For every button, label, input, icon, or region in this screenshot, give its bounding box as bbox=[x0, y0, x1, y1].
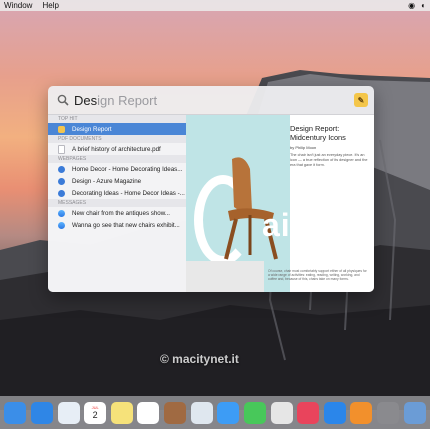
photos-icon[interactable] bbox=[270, 401, 293, 424]
section-pdf-documents: PDF DOCUMENTS bbox=[48, 135, 186, 143]
preview-byline: by Philip Moon bbox=[290, 145, 317, 150]
section-webpages: WEBPAGES bbox=[48, 155, 186, 163]
result-architecture-pdf[interactable]: A brief history of architecture.pdf bbox=[48, 143, 186, 155]
result-design-report[interactable]: Design Report bbox=[48, 123, 186, 135]
contacts-icon[interactable] bbox=[164, 401, 187, 424]
safari-icon bbox=[58, 189, 65, 197]
itunes-icon[interactable] bbox=[297, 401, 320, 424]
result-azure-magazine[interactable]: Design - Azure Magazine bbox=[48, 175, 186, 187]
system-preferences-icon[interactable] bbox=[377, 401, 400, 424]
search-icon bbox=[57, 94, 69, 106]
spotlight-search-bar[interactable]: Des ign Report ✎ bbox=[48, 86, 374, 115]
result-message-chairs-exhibit[interactable]: Wanna go see that new chairs exhibit... bbox=[48, 219, 186, 231]
section-messages: MESSAGES bbox=[48, 199, 186, 207]
airdrop-icon[interactable]: ◉ bbox=[408, 1, 415, 10]
spotlight-window: Des ign Report ✎ TOP HIT Design Report P… bbox=[48, 86, 374, 292]
safari-icon bbox=[58, 177, 65, 185]
downloads-icon[interactable] bbox=[403, 401, 426, 424]
document-preview[interactable]: airs Design Report: Midcentury Icons by … bbox=[186, 115, 374, 292]
pages-app-icon[interactable]: ✎ bbox=[354, 93, 368, 107]
section-top-hit: TOP HIT bbox=[48, 115, 186, 123]
calendar-day: 2 bbox=[92, 410, 98, 420]
preview-bottom-text: Of course, chair must comfortably suppor… bbox=[268, 269, 367, 282]
preview-thumbnail-strip bbox=[186, 261, 264, 292]
result-label: Home Decor - Home Decorating Ideas... bbox=[72, 165, 183, 173]
result-label: Design Report bbox=[72, 125, 112, 133]
watermark: © macitynet.it bbox=[160, 352, 239, 366]
search-query[interactable]: Des bbox=[74, 93, 97, 108]
search-completion: ign Report bbox=[97, 92, 158, 108]
result-label: A brief history of architecture.pdf bbox=[72, 145, 161, 153]
messages-icon bbox=[58, 209, 65, 217]
messages-icon bbox=[58, 221, 65, 229]
ibooks-icon[interactable] bbox=[350, 401, 373, 424]
facetime-icon[interactable] bbox=[243, 401, 266, 424]
finder-icon[interactable] bbox=[4, 401, 27, 424]
preview-title: Design Report: Midcentury Icons bbox=[290, 124, 346, 142]
reminders-icon[interactable] bbox=[137, 401, 160, 424]
result-label: Design - Azure Magazine bbox=[72, 177, 142, 185]
pages-icon bbox=[58, 125, 65, 133]
preview-big-text: airs bbox=[262, 207, 323, 243]
result-label: Wanna go see that new chairs exhibit... bbox=[72, 221, 180, 229]
preview-icon[interactable] bbox=[190, 401, 213, 424]
spotlight-results-list: TOP HIT Design Report PDF DOCUMENTS A br… bbox=[48, 115, 186, 292]
menu-bar: Window Help ◉ ◐ bbox=[0, 0, 430, 11]
app-store-icon[interactable] bbox=[323, 401, 346, 424]
safari-icon bbox=[58, 165, 65, 173]
messages-icon[interactable] bbox=[217, 401, 240, 424]
result-decorating-ideas[interactable]: Decorating Ideas - Home Decor Ideas -... bbox=[48, 187, 186, 199]
result-message-new-chair[interactable]: New chair from the antiques show... bbox=[48, 207, 186, 219]
status-icons: ◉ ◐ bbox=[408, 1, 426, 10]
mail-icon[interactable] bbox=[57, 401, 80, 424]
dock: JUL 2 bbox=[0, 396, 430, 429]
pdf-icon bbox=[58, 144, 65, 154]
calendar-icon[interactable]: JUL 2 bbox=[84, 401, 107, 424]
user-icon[interactable]: ◐ bbox=[421, 1, 426, 10]
result-label: New chair from the antiques show... bbox=[72, 209, 171, 217]
result-home-decor[interactable]: Home Decor - Home Decorating Ideas... bbox=[48, 163, 186, 175]
menu-help[interactable]: Help bbox=[42, 1, 58, 10]
result-label: Decorating Ideas - Home Decor Ideas -... bbox=[72, 189, 185, 197]
safari-icon[interactable] bbox=[30, 401, 53, 424]
preview-body: The chair isn't just an everyday piece. … bbox=[290, 153, 368, 167]
menu-window[interactable]: Window bbox=[4, 1, 32, 10]
notes-icon[interactable] bbox=[110, 401, 133, 424]
